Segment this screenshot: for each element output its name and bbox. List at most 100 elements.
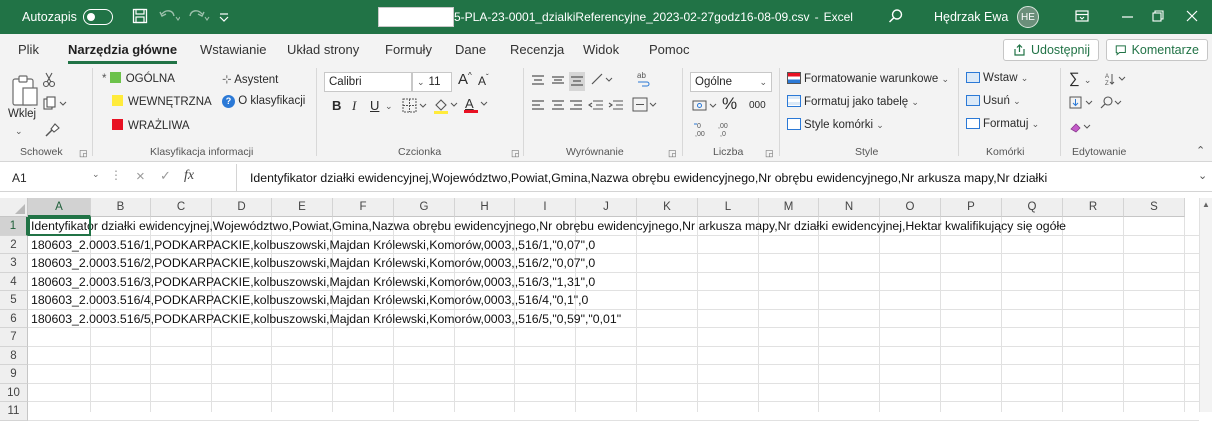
column-header-r[interactable]: R	[1063, 198, 1124, 217]
tab-file[interactable]: Plik	[18, 42, 39, 57]
format-painter-icon[interactable]	[44, 122, 60, 141]
row-header-10[interactable]: 10	[0, 383, 28, 402]
ribbon-display-options-icon[interactable]	[1075, 9, 1089, 23]
row-header-1[interactable]: 1	[0, 217, 28, 236]
assistant-button[interactable]: ⊹ Asystent	[222, 72, 278, 86]
vertical-scrollbar[interactable]: ▲	[1199, 198, 1212, 412]
row-header-5[interactable]: 5	[0, 291, 28, 310]
format-cells-button[interactable]: Formatuj ⌄	[966, 118, 1039, 130]
column-header-i[interactable]: I	[515, 198, 576, 217]
cell-styles-button[interactable]: Style komórki ⌄	[787, 118, 884, 131]
row-header-11[interactable]: 11	[0, 402, 28, 421]
tab-page-layout[interactable]: Układ strony	[287, 42, 359, 57]
font-name-select[interactable]: Calibri	[324, 72, 412, 92]
find-select-icon[interactable]	[1100, 96, 1126, 113]
row-header-8[interactable]: 8	[0, 346, 28, 365]
classification-general[interactable]: * OGÓLNA	[102, 72, 175, 85]
column-header-e[interactable]: E	[272, 198, 333, 217]
paste-button[interactable]	[10, 74, 40, 111]
column-header-m[interactable]: M	[759, 198, 819, 217]
cancel-entry-icon[interactable]: ×	[136, 168, 145, 185]
insert-cells-button[interactable]: Wstaw ⌄	[966, 72, 1028, 84]
font-size-select[interactable]: ⌄ 11	[412, 72, 452, 92]
delete-cells-button[interactable]: Usuń ⌄	[966, 95, 1021, 107]
column-header-o[interactable]: O	[880, 198, 941, 217]
save-icon[interactable]	[132, 8, 148, 24]
restore-icon[interactable]	[1152, 10, 1164, 22]
worksheet-grid[interactable]: ABCDEFGHIJKLMNOPQRS 1 2 3 4 5 6 7 8 9 10 11 Identy…	[0, 198, 1212, 421]
formula-input[interactable]: Identyfikator działki ewidencyjnej,Wojew…	[250, 171, 1047, 185]
column-header-d[interactable]: D	[212, 198, 272, 217]
cell-a5[interactable]: 180603_2.0003.516/4,PODKARPACKIE,kolbusz…	[31, 293, 588, 307]
chevron-down-icon[interactable]: ⌄	[385, 101, 393, 112]
align-middle-icon[interactable]	[551, 74, 565, 89]
copy-icon[interactable]	[42, 96, 68, 113]
column-header-s[interactable]: S	[1124, 198, 1185, 217]
share-button[interactable]: Udostępnij	[1003, 39, 1100, 61]
borders-icon[interactable]	[402, 98, 428, 117]
row-header-4[interactable]: 4	[0, 272, 28, 291]
column-header-g[interactable]: G	[394, 198, 455, 217]
align-center-icon[interactable]	[551, 99, 565, 114]
bold-button[interactable]: B	[332, 98, 341, 113]
tab-review[interactable]: Recenzja	[510, 42, 564, 57]
clipboard-launcher-icon[interactable]: ◲	[79, 148, 88, 159]
about-classification-button[interactable]: ? O klasyfikacji	[222, 95, 305, 108]
alignment-launcher-icon[interactable]: ◲	[668, 148, 677, 159]
italic-button[interactable]: I	[352, 98, 356, 114]
row-header-6[interactable]: 6	[0, 309, 28, 328]
decrease-decimal-icon[interactable]: ,00,0	[716, 120, 736, 141]
cell-a2[interactable]: 180603_2.0003.516/1,PODKARPACKIE,kolbusz…	[31, 238, 595, 252]
paste-dropdown-icon[interactable]: ⌄	[15, 126, 23, 137]
fill-color-icon[interactable]	[433, 97, 459, 118]
cut-icon[interactable]	[42, 72, 56, 91]
clear-icon[interactable]	[1069, 120, 1095, 137]
tab-view[interactable]: Widok	[583, 42, 619, 57]
name-box[interactable]: A1	[12, 171, 27, 185]
font-color-icon[interactable]: A	[463, 96, 489, 117]
select-all-button[interactable]	[0, 198, 28, 217]
grow-font-button[interactable]: A^	[458, 71, 472, 88]
comments-button[interactable]: Komentarze	[1106, 39, 1208, 61]
format-as-table-button[interactable]: Formatuj jako tabelę ⌄	[787, 95, 919, 108]
column-header-q[interactable]: Q	[1002, 198, 1063, 217]
confirm-entry-icon[interactable]: ✓	[160, 168, 171, 184]
percent-button[interactable]: %	[722, 94, 737, 114]
wrap-text-icon[interactable]: ab	[636, 70, 650, 91]
toggle-switch-icon[interactable]	[82, 9, 113, 25]
tab-formulas[interactable]: Formuły	[385, 42, 432, 57]
cell-a3[interactable]: 180603_2.0003.516/2,PODKARPACKIE,kolbusz…	[31, 256, 595, 270]
redo-icon[interactable]	[188, 8, 210, 24]
search-icon[interactable]	[888, 8, 904, 24]
column-header-j[interactable]: J	[576, 198, 637, 217]
tab-help[interactable]: Pomoc	[649, 42, 689, 57]
tab-home[interactable]: Narzędzia główne	[68, 42, 178, 64]
row-header-2[interactable]: 2	[0, 235, 28, 254]
comma-style-button[interactable]: 000	[749, 100, 766, 111]
column-header-k[interactable]: K	[637, 198, 698, 217]
align-right-icon[interactable]	[569, 99, 583, 114]
column-header-f[interactable]: F	[333, 198, 394, 217]
shrink-font-button[interactable]: Aˇ	[478, 73, 489, 88]
orientation-icon[interactable]	[590, 72, 616, 89]
tab-data[interactable]: Dane	[455, 42, 486, 57]
fill-icon[interactable]	[1069, 96, 1097, 113]
row-header-7[interactable]: 7	[0, 328, 28, 347]
underline-button[interactable]: U	[370, 98, 379, 113]
avatar[interactable]: HE	[1017, 6, 1039, 28]
row-header-3[interactable]: 3	[0, 254, 28, 273]
column-header-p[interactable]: P	[941, 198, 1002, 217]
column-header-n[interactable]: N	[819, 198, 880, 217]
collapse-ribbon-icon[interactable]: ⌃	[1196, 144, 1205, 157]
decrease-indent-icon[interactable]	[588, 99, 604, 114]
increase-decimal-icon[interactable]: 0,00	[693, 120, 713, 141]
chevron-down-icon[interactable]: ⌄	[92, 169, 100, 180]
autosum-icon[interactable]: ∑ ⌄	[1069, 70, 1091, 87]
insert-function-button[interactable]: fx	[184, 168, 194, 184]
number-launcher-icon[interactable]: ◲	[765, 148, 774, 159]
classification-internal[interactable]: WEWNĘTRZNA	[112, 95, 212, 108]
font-launcher-icon[interactable]: ◲	[511, 148, 520, 159]
tab-insert[interactable]: Wstawianie	[200, 42, 266, 57]
column-header-l[interactable]: L	[698, 198, 759, 217]
number-format-select[interactable]: Ogólne ⌄	[690, 72, 772, 92]
